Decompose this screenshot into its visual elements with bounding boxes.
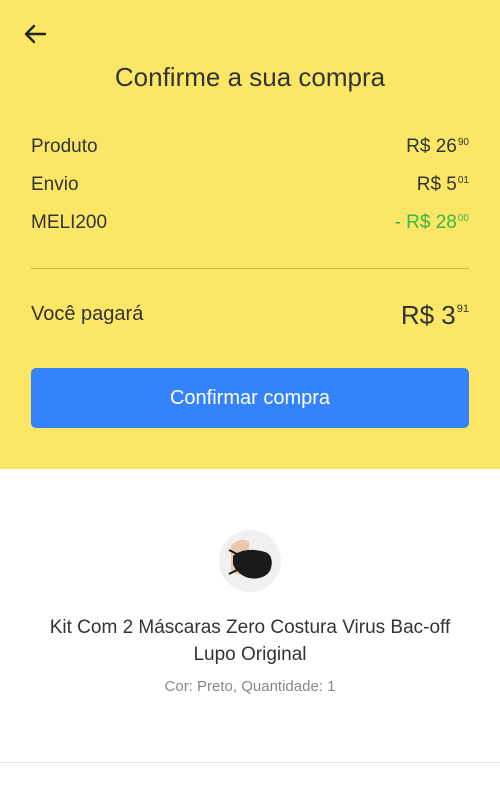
- divider: [0, 762, 500, 763]
- total-value: R$ 391: [400, 300, 469, 330]
- divider: [31, 268, 469, 269]
- summary-label: MELI200: [31, 212, 108, 233]
- total-row: Você pagará R$ 391: [31, 300, 469, 334]
- summary-row-product: Produto R$ 2690: [31, 136, 469, 164]
- confirmation-panel: Confirme a sua compra Produto R$ 2690 En…: [0, 0, 500, 469]
- product-details: Cor: Preto, Quantidade: 1: [164, 678, 336, 695]
- back-arrow-icon[interactable]: [22, 20, 50, 48]
- summary-value: R$ 2690: [406, 136, 469, 157]
- summary-row-shipping: Envio R$ 501: [31, 174, 469, 202]
- summary-row-coupon: MELI200 - R$ 2800: [31, 212, 469, 240]
- summary-label: Envio: [31, 174, 79, 195]
- page-title: Confirme a sua compra: [114, 62, 386, 92]
- summary-value: R$ 501: [416, 174, 469, 195]
- product-name: Kit Com 2 Máscaras Zero Costura Virus Ba…: [49, 617, 451, 665]
- confirm-purchase-button[interactable]: Confirmar compra: [31, 368, 469, 428]
- summary-label: Produto: [31, 136, 98, 157]
- discount-value: - R$ 2800: [394, 212, 469, 233]
- product-thumbnail: [219, 530, 281, 592]
- total-label: Você pagará: [31, 303, 144, 325]
